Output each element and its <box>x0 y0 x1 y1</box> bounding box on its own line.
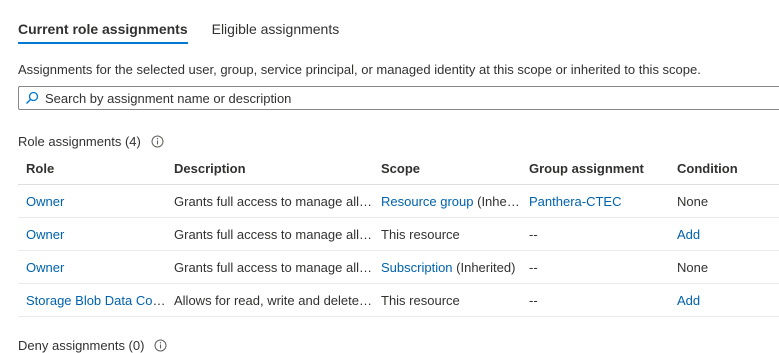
role-link[interactable]: Owner <box>26 194 64 209</box>
tab-eligible-assignments[interactable]: Eligible assignments <box>212 0 340 44</box>
add-condition-link[interactable]: Add <box>677 293 700 308</box>
description-cell: Grants full access to manage all r... <box>166 217 373 251</box>
scope-cell: This resource <box>373 283 521 317</box>
scope-link[interactable]: Resource group <box>381 194 474 209</box>
info-icon[interactable] <box>154 339 167 352</box>
table-row: Storage Blob Data Contr Allows for read,… <box>18 283 779 317</box>
group-assignment-cell: -- <box>521 217 669 251</box>
table-header-row: Role Description Scope Group assignment … <box>18 152 779 185</box>
role-assignments-title: Role assignments (4) <box>18 134 141 149</box>
column-header-condition[interactable]: Condition <box>669 152 779 185</box>
scope-cell: This resource <box>373 217 521 251</box>
scope-text: (Inherited) <box>452 259 516 275</box>
role-assignments-table: Role Description Scope Group assignment … <box>18 152 779 317</box>
role-link[interactable]: Owner <box>26 260 64 275</box>
table-row: Owner Grants full access to manage all r… <box>18 184 779 218</box>
tab-bar: Current role assignments Eligible assign… <box>18 0 363 44</box>
scope-cell: Subscription (Inherited) <box>373 250 521 284</box>
search-icon <box>25 91 39 105</box>
scope-link[interactable]: Subscription <box>381 260 453 275</box>
column-header-scope[interactable]: Scope <box>373 152 521 185</box>
column-header-role[interactable]: Role <box>18 152 166 185</box>
group-assignment-cell: -- <box>521 250 669 284</box>
column-header-group-assignment[interactable]: Group assignment <box>521 152 669 185</box>
add-condition-link[interactable]: Add <box>677 227 700 242</box>
search-box[interactable] <box>18 86 779 110</box>
deny-assignments-heading: Deny assignments (0) <box>18 338 167 353</box>
group-assignment-link[interactable]: Panthera-CTEC <box>529 194 621 209</box>
condition-cell: None <box>669 250 779 284</box>
group-assignment-cell: -- <box>521 283 669 317</box>
tab-current-role-assignments[interactable]: Current role assignments <box>18 0 188 44</box>
description-cell: Allows for read, write and delete ... <box>166 283 373 317</box>
info-icon[interactable] <box>151 135 164 148</box>
condition-cell: None <box>669 184 779 218</box>
search-input[interactable] <box>45 90 779 106</box>
deny-assignments-title: Deny assignments (0) <box>18 338 145 353</box>
role-link[interactable]: Owner <box>26 227 64 242</box>
column-header-description[interactable]: Description <box>166 152 373 185</box>
scope-cell: Resource group (Inher... <box>373 184 521 218</box>
page-description: Assignments for the selected user, group… <box>18 62 701 77</box>
scope-text: (Inher... <box>473 193 521 209</box>
table-row: Owner Grants full access to manage all r… <box>18 217 779 251</box>
role-assignments-heading: Role assignments (4) <box>18 134 164 149</box>
description-cell: Grants full access to manage all r... <box>166 250 373 284</box>
role-link[interactable]: Storage Blob Data Contr <box>26 293 166 308</box>
description-cell: Grants full access to manage all r... <box>166 184 373 218</box>
table-row: Owner Grants full access to manage all r… <box>18 250 779 284</box>
